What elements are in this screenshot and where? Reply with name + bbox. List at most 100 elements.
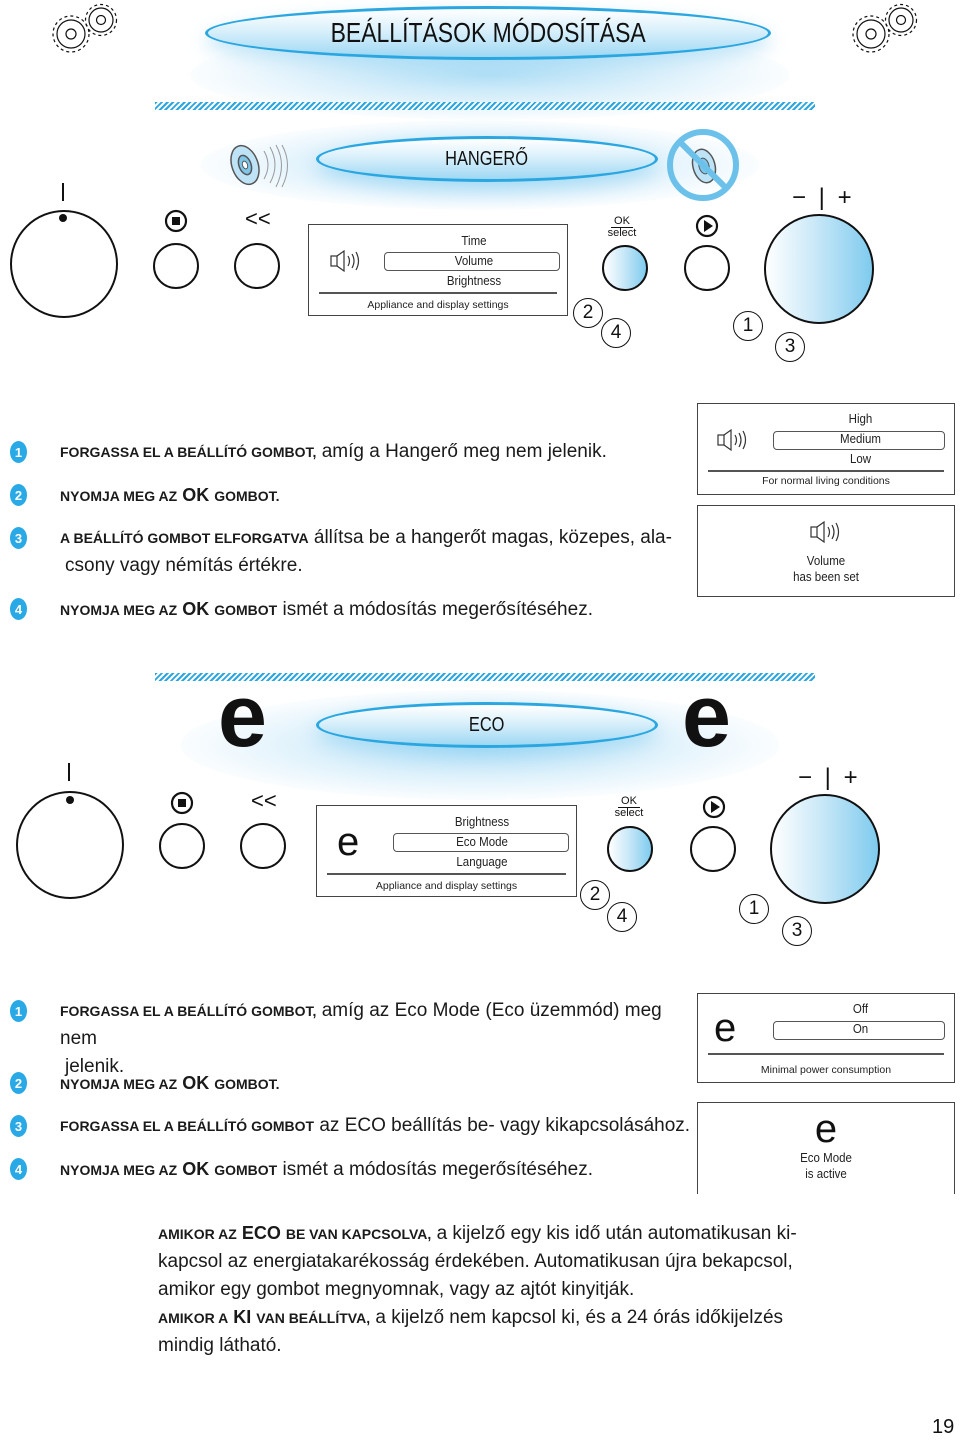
step-instruction-caps: gombot (214, 1162, 278, 1178)
step-instruction-caps: gombot. (214, 1076, 280, 1092)
step-instruction-caps: Nyomja meg az (60, 488, 178, 504)
step-instruction-text: ismét a módosítás megerősítéséhez. (277, 599, 593, 620)
menu-item-brightness: Brightness (454, 815, 510, 829)
adjust-knob[interactable] (770, 794, 880, 904)
display-divider (319, 292, 557, 294)
confirm-line-2: has been set (793, 570, 859, 584)
option-low: Low (849, 452, 872, 466)
selector-knob[interactable] (10, 210, 118, 318)
option-high: High (848, 412, 873, 426)
menu-item-language: Language (456, 855, 508, 869)
gears-icon (852, 3, 918, 53)
volume-section-title: HANGERŐ (316, 136, 658, 182)
menu-item-time: Time (461, 234, 487, 248)
step-badge-2: 2 (10, 484, 27, 506)
step-ok-keyword: OK (177, 599, 215, 619)
eco-on-note: Amikor az ECO be van kapcsolva, a kijelz… (158, 1219, 828, 1304)
stop-icon (170, 791, 194, 815)
option-medium: Medium (840, 432, 881, 446)
play-button[interactable] (684, 245, 730, 291)
step-ok-keyword: OK (177, 1159, 215, 1179)
step-badge-3: 3 (10, 1115, 27, 1137)
step-badge-4: 4 (10, 1158, 27, 1180)
step-instruction-caps: Nyomja meg az (60, 1162, 178, 1178)
step-ok-keyword: OK (177, 485, 215, 505)
eco-e-icon: e (682, 666, 731, 765)
display-menu: e Brightness Eco Mode Language Appliance… (316, 805, 577, 897)
step-badge-4: 4 (10, 598, 27, 620)
confirm-line-2: is active (805, 1167, 847, 1181)
volume-step-3: A beállító gombot elforgatva állítsa be … (60, 524, 680, 580)
eco-step-3: Forgassa el a beállító gombot az ECO beá… (60, 1112, 690, 1140)
display-footer: Appliance and display settings (375, 880, 518, 892)
eco-e-icon: e (218, 666, 267, 765)
page-title-text: BEÁLLÍTÁSOK MÓDOSÍTÁSA (330, 17, 646, 48)
knob-position-mark (68, 763, 70, 781)
step-instruction-caps: Forgassa el a beállító gombot, (60, 1003, 317, 1019)
knob-indicator-dot (59, 214, 67, 222)
step-instruction-text: amíg a Hangerő meg nem jelenik. (316, 441, 607, 462)
eco-options-display: e Off On Minimal power consumption (697, 993, 955, 1083)
menu-item-volume: Volume (454, 254, 494, 268)
display-footer: Appliance and display settings (367, 299, 509, 311)
note-caps: Amikor a (158, 1310, 229, 1326)
select-label: select (614, 807, 644, 819)
eco-e-icon: e (337, 820, 360, 864)
page-number: 19 (932, 1416, 955, 1438)
display-menu: Time Volume Brightness Appliance and dis… (308, 224, 568, 316)
eco-confirm-display: e Eco Mode is active (697, 1102, 955, 1194)
play-icon (695, 214, 719, 238)
callout-2: 2 (580, 880, 610, 910)
display-divider (708, 1053, 944, 1055)
stop-button[interactable] (153, 243, 199, 289)
knob-position-mark (62, 183, 64, 201)
eco-e-icon: e (814, 1107, 838, 1151)
select-label: select (607, 227, 637, 239)
callout-4: 4 (601, 318, 631, 348)
section-divider (155, 102, 815, 110)
speaker-icon (230, 144, 288, 188)
mute-speaker-icon (667, 129, 739, 201)
page-title: BEÁLLÍTÁSOK MÓDOSÍTÁSA (205, 6, 771, 60)
volume-title-text: HANGERŐ (445, 147, 529, 170)
stop-icon (164, 209, 188, 233)
callout-1: 1 (733, 311, 763, 341)
menu-item-eco-mode: Eco Mode (456, 835, 508, 849)
back-button[interactable] (240, 823, 286, 869)
option-on: On (852, 1022, 869, 1036)
ok-select-button[interactable] (602, 245, 648, 291)
volume-confirm-display: Volume has been set (697, 505, 955, 597)
step-instruction-caps: Forgassa el a beállító gombot, (60, 444, 317, 460)
ok-select-button[interactable] (607, 826, 653, 872)
step-instruction-text: csony vagy némítás értékre. (65, 555, 303, 576)
menu-item-brightness: Brightness (446, 274, 502, 288)
adjust-knob-marks: − | + (792, 184, 855, 211)
callout-4: 4 (607, 902, 637, 932)
note-caps: van beállítva, (256, 1310, 371, 1326)
ok-select-label: OK select (602, 216, 642, 239)
eco-section-title: ECO (316, 702, 658, 748)
back-button[interactable] (234, 243, 280, 289)
play-button[interactable] (690, 826, 736, 872)
confirm-line-1: Volume (806, 554, 846, 568)
play-icon (702, 795, 726, 819)
step-badge-1: 1 (10, 441, 27, 463)
knob-indicator-dot (66, 796, 74, 804)
step-instruction-caps: Forgassa el a beállító gombot (60, 1118, 315, 1134)
step-ok-keyword: OK (177, 1073, 215, 1093)
step-instruction-caps: Nyomja meg az (60, 602, 178, 618)
step-instruction-text: az ECO beállítás be- vagy kikapcsolásáho… (314, 1115, 691, 1136)
step-instruction-caps: gombot (214, 602, 278, 618)
step-instruction-text: állítsa be a hangerőt magas, közepes, al… (308, 527, 672, 548)
selector-knob[interactable] (16, 791, 124, 899)
back-symbol: << (245, 206, 271, 231)
stop-button[interactable] (159, 823, 205, 869)
callout-1: 1 (739, 894, 769, 924)
option-off: Off (852, 1002, 869, 1016)
step-instruction-text: ismét a módosítás megerősítéséhez. (277, 1159, 593, 1180)
step-badge-3: 3 (10, 527, 27, 549)
display-footer: For normal living conditions (762, 475, 890, 487)
confirm-line-1: Eco Mode (800, 1151, 852, 1165)
adjust-knob[interactable] (764, 214, 874, 324)
eco-step-4: Nyomja meg az OK gombot ismét a módosítá… (60, 1155, 593, 1184)
